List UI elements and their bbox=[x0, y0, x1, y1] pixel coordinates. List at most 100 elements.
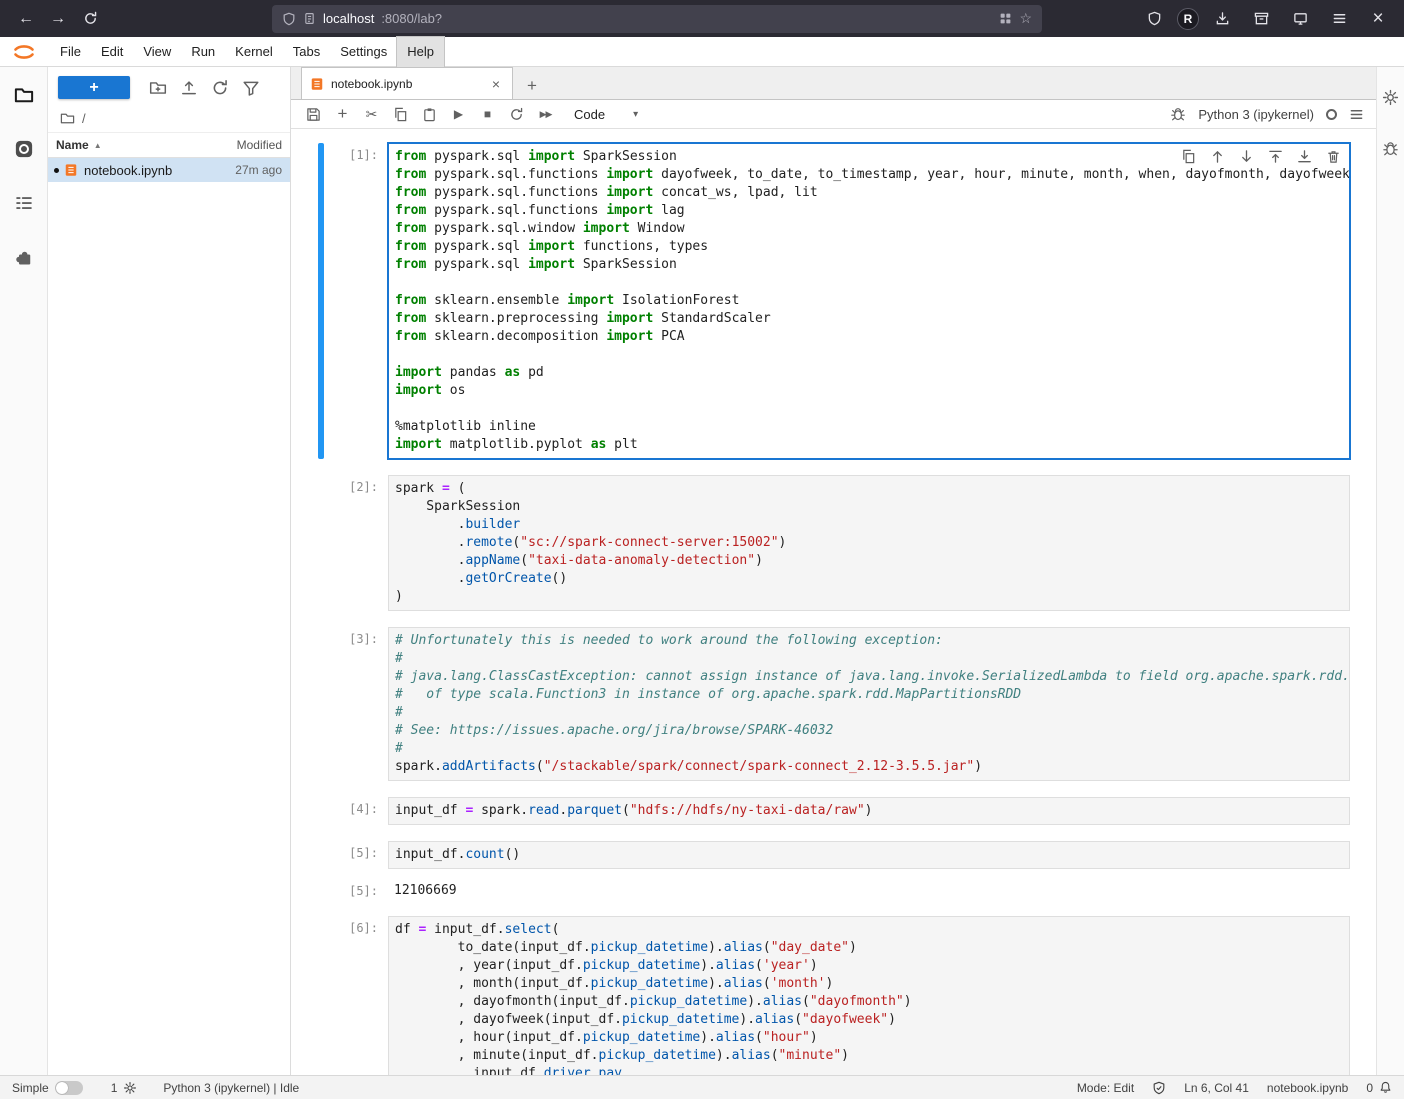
cell-editor[interactable]: # Unfortunately this is needed to work a… bbox=[388, 627, 1350, 781]
filter-icon[interactable] bbox=[242, 79, 260, 97]
tab-bar: notebook.ipynb × + bbox=[291, 67, 1376, 100]
paste-cell-icon[interactable] bbox=[415, 102, 444, 127]
screen-device-icon[interactable] bbox=[1284, 5, 1316, 33]
notebook-menu-icon[interactable] bbox=[1349, 107, 1364, 122]
tab-close-icon[interactable]: × bbox=[488, 76, 504, 92]
breadcrumb-root[interactable]: / bbox=[82, 111, 86, 126]
command-mode-indicator[interactable]: Mode: Edit bbox=[1077, 1081, 1134, 1095]
code-line: from sklearn.ensemble import IsolationFo… bbox=[395, 292, 1343, 310]
reload-icon[interactable] bbox=[74, 5, 106, 33]
debugger-tab-icon[interactable] bbox=[1382, 140, 1399, 157]
file-item[interactable]: notebook.ipynb27m ago bbox=[48, 158, 290, 182]
insert-cell-below-button[interactable] bbox=[1296, 148, 1312, 164]
move-cell-up-button[interactable] bbox=[1209, 148, 1225, 164]
notebook-cell[interactable]: [1]:from pyspark.sql import SparkSession… bbox=[318, 143, 1350, 459]
back-icon[interactable]: ← bbox=[10, 5, 42, 33]
table-of-contents-tab-icon[interactable] bbox=[12, 191, 36, 215]
folder-icon bbox=[60, 111, 75, 126]
code-line: # bbox=[395, 704, 1343, 722]
new-folder-icon[interactable] bbox=[149, 79, 167, 97]
property-inspector-tab-icon[interactable] bbox=[1382, 89, 1399, 106]
menu-file[interactable]: File bbox=[50, 37, 91, 67]
account-avatar[interactable]: R bbox=[1177, 8, 1199, 30]
tracking-shield-icon[interactable] bbox=[282, 12, 296, 26]
cut-cell-icon[interactable]: ✂ bbox=[357, 102, 386, 127]
cell-editor[interactable]: df = input_df.select( to_date(input_df.p… bbox=[388, 916, 1350, 1075]
tab-notebook[interactable]: notebook.ipynb × bbox=[301, 67, 513, 99]
privacy-shield-icon[interactable] bbox=[1138, 5, 1170, 33]
column-modified[interactable]: Modified bbox=[237, 138, 282, 152]
code-line: ) bbox=[395, 588, 1343, 606]
downloads-icon[interactable] bbox=[1206, 5, 1238, 33]
breadcrumb[interactable]: / bbox=[48, 106, 290, 133]
bell-icon[interactable] bbox=[1379, 1081, 1392, 1094]
debugger-bug-icon[interactable] bbox=[1170, 106, 1186, 122]
notebook-panel[interactable]: [1]:from pyspark.sql import SparkSession… bbox=[291, 129, 1376, 1075]
kernel-status-text[interactable]: Python 3 (ipykernel) | Idle bbox=[163, 1081, 299, 1095]
restart-kernel-icon[interactable] bbox=[502, 102, 531, 127]
output-text: 12106669 bbox=[388, 879, 1350, 902]
notebook-cell[interactable]: [6]:df = input_df.select( to_date(input_… bbox=[318, 916, 1350, 1075]
notebook-cell[interactable]: [3]:# Unfortunately this is needed to wo… bbox=[318, 627, 1350, 781]
refresh-icon[interactable] bbox=[211, 79, 229, 97]
menu-tabs[interactable]: Tabs bbox=[283, 37, 330, 67]
insert-cell-above-button[interactable] bbox=[1267, 148, 1283, 164]
cell-editor[interactable]: from pyspark.sql import SparkSessionfrom… bbox=[388, 143, 1350, 459]
cell-type-dropdown[interactable]: Code ▾ bbox=[574, 107, 638, 122]
menu-icon[interactable] bbox=[1323, 5, 1355, 33]
code-line: df = input_df.select( bbox=[395, 921, 1343, 939]
running-kernels-tab-icon[interactable] bbox=[12, 137, 36, 161]
menu-run[interactable]: Run bbox=[181, 37, 225, 67]
simple-mode-toggle[interactable] bbox=[55, 1081, 83, 1095]
code-line: from pyspark.sql import functions, types bbox=[395, 238, 1343, 256]
add-cell-icon[interactable]: + bbox=[328, 102, 357, 127]
run-cell-icon[interactable]: ▶ bbox=[444, 102, 473, 127]
code-line: from pyspark.sql import SparkSession bbox=[395, 256, 1343, 274]
jupyter-logo bbox=[12, 40, 36, 64]
menu-kernel[interactable]: Kernel bbox=[225, 37, 283, 67]
notebook-cell[interactable]: [2]:spark = ( SparkSession .builder .rem… bbox=[318, 475, 1350, 611]
stop-kernel-icon[interactable]: ■ bbox=[473, 102, 502, 127]
cell-editor[interactable]: spark = ( SparkSession .builder .remote(… bbox=[388, 475, 1350, 611]
code-line: # bbox=[395, 650, 1343, 668]
cursor-position[interactable]: Ln 6, Col 41 bbox=[1184, 1081, 1249, 1095]
kernel-name[interactable]: Python 3 (ipykernel) bbox=[1198, 107, 1314, 122]
site-info-icon[interactable] bbox=[303, 12, 316, 25]
containers-grid-icon[interactable] bbox=[999, 12, 1012, 25]
column-name[interactable]: Name bbox=[56, 138, 89, 152]
notifications-count: 0 bbox=[1366, 1081, 1373, 1095]
menu-settings[interactable]: Settings bbox=[330, 37, 397, 67]
code-line bbox=[395, 346, 1343, 364]
notebook-cell[interactable]: [5]:input_df.count() bbox=[318, 841, 1350, 869]
menu-edit[interactable]: Edit bbox=[91, 37, 133, 67]
cell-editor[interactable]: input_df = spark.read.parquet("hdfs://hd… bbox=[388, 797, 1350, 825]
archive-box-icon[interactable] bbox=[1245, 5, 1277, 33]
cell-input-prompt: [6]: bbox=[324, 916, 388, 1075]
delete-cell-button[interactable] bbox=[1325, 148, 1341, 164]
code-line: # java.lang.ClassCastException: cannot a… bbox=[395, 668, 1343, 686]
close-icon[interactable]: × bbox=[1362, 5, 1394, 33]
kernel-sessions-icon[interactable] bbox=[123, 1081, 137, 1095]
restart-run-all-icon[interactable]: ▶▶ bbox=[531, 102, 560, 127]
duplicate-cell-button[interactable] bbox=[1180, 148, 1196, 164]
copy-cell-icon[interactable] bbox=[386, 102, 415, 127]
upload-icon[interactable] bbox=[180, 79, 198, 97]
move-cell-down-button[interactable] bbox=[1238, 148, 1254, 164]
code-line: , hour(input_df.pickup_datetime).alias("… bbox=[395, 1029, 1343, 1047]
bookmark-star-icon[interactable]: ☆ bbox=[1019, 10, 1032, 27]
sessions-count: 1 bbox=[111, 1081, 118, 1095]
menu-view[interactable]: View bbox=[133, 37, 181, 67]
url-bar[interactable]: localhost:8080/lab? ☆ bbox=[272, 5, 1042, 33]
cell-editor[interactable]: input_df.count() bbox=[388, 841, 1350, 869]
file-browser-tab-icon[interactable] bbox=[12, 83, 36, 107]
kernel-status-icon[interactable] bbox=[1326, 109, 1337, 120]
forward-icon[interactable]: → bbox=[42, 5, 74, 33]
new-launcher-button[interactable]: + bbox=[58, 76, 130, 99]
save-icon[interactable] bbox=[299, 102, 328, 127]
new-tab-button[interactable]: + bbox=[517, 73, 547, 99]
extensions-tab-icon[interactable] bbox=[12, 245, 36, 269]
menu-help[interactable]: Help bbox=[397, 37, 444, 67]
code-line: input_df = spark.read.parquet("hdfs://hd… bbox=[395, 802, 1343, 820]
code-line: from pyspark.sql.functions import lag bbox=[395, 202, 1343, 220]
notebook-cell[interactable]: [4]:input_df = spark.read.parquet("hdfs:… bbox=[318, 797, 1350, 825]
